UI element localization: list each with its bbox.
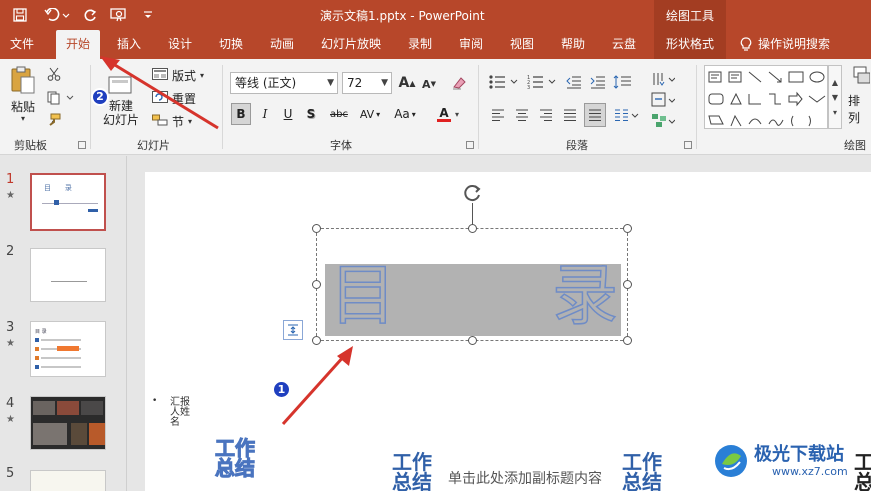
arrow-to-title-box (281, 346, 353, 426)
powerpoint-window: 演示文稿1.pptx - PowerPoint 绘图工具 文件 开始 插入 设计… (0, 0, 871, 491)
step-badge-1: 1 (272, 380, 291, 399)
annotation-arrows (100, 56, 353, 426)
step-badge-2: 2 (91, 88, 109, 106)
arrow-to-home-tab (100, 56, 219, 130)
